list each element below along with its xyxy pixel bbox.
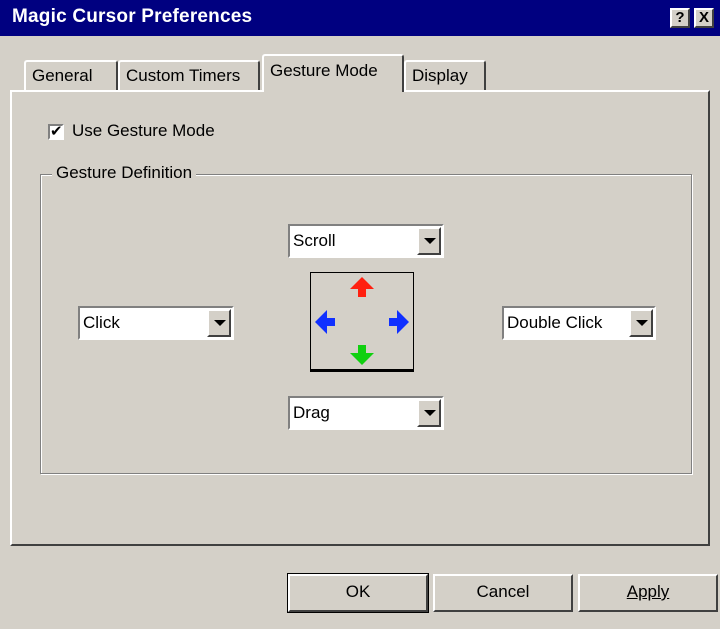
up-gesture-value: Scroll — [293, 231, 336, 250]
arrow-right-icon — [389, 310, 409, 334]
apply-button[interactable]: Apply — [578, 574, 718, 612]
left-gesture-select[interactable]: Click — [78, 306, 234, 340]
tab-custom-timers[interactable]: Custom Timers — [118, 60, 260, 90]
arrow-up-icon — [350, 277, 374, 297]
chevron-down-icon[interactable] — [629, 309, 653, 337]
tab-label: Custom Timers — [126, 66, 241, 85]
use-gesture-mode-checkbox[interactable]: ✔ — [48, 124, 64, 140]
chevron-down-icon[interactable] — [207, 309, 231, 337]
down-gesture-select[interactable]: Drag — [288, 396, 444, 430]
tab-display[interactable]: Display — [404, 60, 486, 90]
tab-gesture-mode[interactable]: Gesture Mode — [262, 54, 404, 92]
gesture-definition-legend: Gesture Definition — [52, 163, 197, 183]
close-button[interactable]: X — [694, 8, 714, 28]
window-title: Magic Cursor Preferences — [12, 6, 253, 27]
title-bar[interactable]: Magic Cursor Preferences ? X — [0, 0, 720, 36]
cancel-button[interactable]: Cancel — [433, 574, 573, 612]
chevron-down-icon[interactable] — [417, 399, 441, 427]
help-button[interactable]: ? — [670, 8, 690, 28]
active-tab-joint — [264, 88, 402, 92]
tab-general[interactable]: General — [24, 60, 118, 90]
left-gesture-value: Click — [83, 313, 120, 332]
tab-label: Display — [412, 66, 468, 85]
arrow-down-icon — [350, 345, 374, 365]
right-gesture-select[interactable]: Double Click — [502, 306, 656, 340]
preferences-dialog: Magic Cursor Preferences ? X General Cus… — [0, 0, 720, 629]
ok-button[interactable]: OK — [287, 573, 429, 613]
up-gesture-select[interactable]: Scroll — [288, 224, 444, 258]
use-gesture-mode-label[interactable]: Use Gesture Mode — [72, 121, 215, 141]
right-gesture-value: Double Click — [507, 313, 603, 332]
tab-label: General — [32, 66, 93, 85]
chevron-down-icon[interactable] — [417, 227, 441, 255]
arrow-left-icon — [315, 310, 335, 334]
down-gesture-value: Drag — [293, 403, 330, 422]
tab-label: Gesture Mode — [270, 61, 378, 80]
gesture-preview — [310, 272, 414, 372]
